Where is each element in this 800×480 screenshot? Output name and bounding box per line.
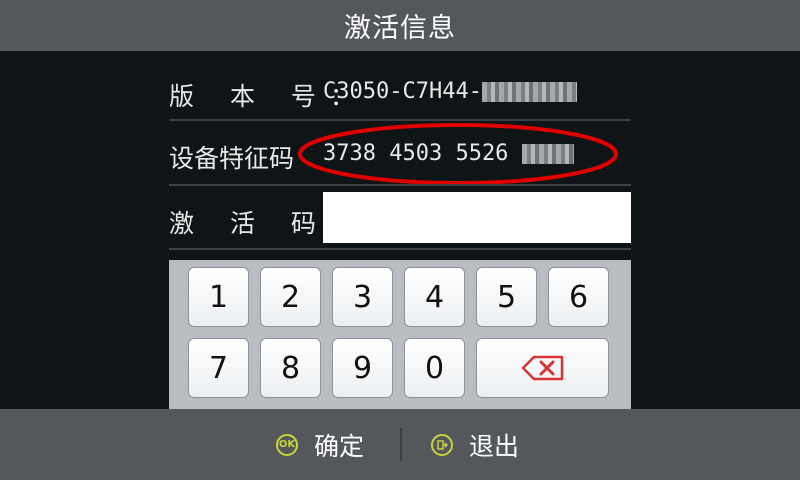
key-3[interactable]: 3: [332, 267, 393, 327]
device-code-label: 设备特征码: [169, 144, 295, 173]
key-8[interactable]: 8: [260, 338, 321, 398]
key-2[interactable]: 2: [260, 267, 321, 327]
confirm-label: 确定: [314, 431, 365, 461]
footer-bar: OK 确定 退出: [0, 409, 800, 480]
key-9[interactable]: 9: [332, 338, 393, 398]
confirm-button[interactable]: OK 确定: [276, 409, 364, 480]
key-1[interactable]: 1: [188, 267, 249, 327]
key-6[interactable]: 6: [548, 267, 609, 327]
exit-label: 退出: [469, 431, 520, 461]
highlight-ellipse: [298, 123, 618, 185]
version-row: 版 本 号： C3050-C7H44-: [169, 71, 631, 111]
version-redacted: [481, 82, 577, 102]
numeric-keypad: 1 2 3 4 5 6 7 8 9 0: [169, 260, 631, 409]
key-5[interactable]: 5: [476, 267, 537, 327]
ok-icon: OK: [276, 433, 298, 456]
backspace-icon: [521, 355, 563, 381]
page-title: 激活信息: [344, 13, 456, 44]
activation-code-input[interactable]: [323, 192, 631, 243]
exit-button[interactable]: 退出: [431, 409, 519, 480]
footer-divider: [400, 428, 402, 461]
key-7[interactable]: 7: [188, 338, 249, 398]
key-4[interactable]: 4: [404, 267, 465, 327]
backspace-key[interactable]: [476, 338, 609, 398]
divider: [169, 248, 631, 250]
version-value: C3050-C7H44-: [323, 79, 577, 104]
title-bar: 激活信息: [0, 0, 800, 51]
key-0[interactable]: 0: [404, 338, 465, 398]
divider: [169, 184, 631, 186]
exit-icon: [431, 433, 453, 456]
main-panel: 版 本 号： C3050-C7H44- 设备特征码 3738 4503 5526…: [0, 51, 800, 409]
